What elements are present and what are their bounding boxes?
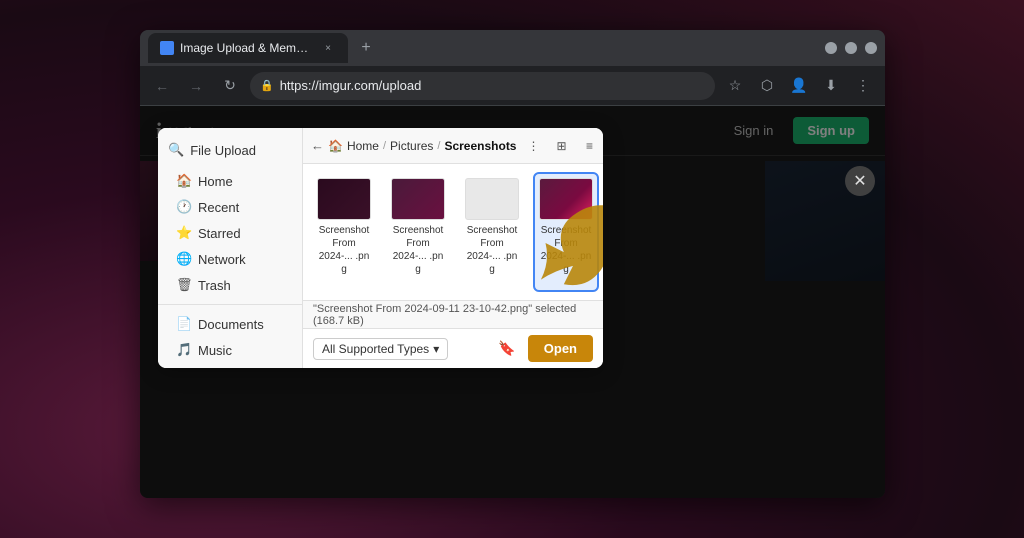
sidebar-item-starred[interactable]: ⭐ Starred — [162, 220, 298, 246]
tab-favicon — [160, 41, 174, 55]
list-view-button[interactable]: ≡ — [576, 133, 602, 159]
trash-icon: 🗑 — [176, 277, 190, 293]
window-controls: — □ × — [825, 42, 877, 54]
dialog-title: File Upload — [190, 143, 256, 158]
sidebar-item-recent-label: Recent — [198, 200, 239, 215]
home-icon: 🏠 — [176, 173, 190, 189]
file-type-label: All Supported Types — [322, 342, 429, 356]
selected-file-text: "Screenshot From 2024-09-11 23-10-42.png… — [313, 303, 593, 327]
music-icon: 🎵 — [176, 342, 190, 358]
sidebar-item-recent[interactable]: 🕐 Recent — [162, 194, 298, 220]
browser-tab[interactable]: Image Upload & Meme ... × — [148, 33, 348, 63]
sidebar-header: 🔍 File Upload — [158, 136, 302, 164]
file-thumb-1 — [317, 178, 371, 220]
file-upload-dialog: 🔍 File Upload 🏠 Home 🕐 Recent — [158, 128, 603, 368]
minimize-button[interactable]: — — [825, 42, 837, 54]
breadcrumb-sep-2: / — [437, 140, 440, 152]
sidebar-item-home-label: Home — [198, 174, 233, 189]
breadcrumb-sep-1: / — [383, 140, 386, 152]
tab-close-button[interactable]: × — [320, 40, 336, 56]
address-bar[interactable]: 🔒 https://imgur.com/upload — [250, 72, 715, 100]
star-icon: ⭐ — [176, 225, 190, 241]
menu-button[interactable]: ⋮ — [849, 72, 877, 100]
search-icon: 🔍 — [168, 142, 184, 158]
tab-title: Image Upload & Meme ... — [180, 41, 314, 55]
sidebar-divider — [158, 304, 302, 305]
sidebar-item-pictures[interactable]: 🖼 Pictures — [162, 363, 298, 368]
recent-icon: 🕐 — [176, 199, 190, 215]
sidebar-item-music[interactable]: 🎵 Music — [162, 337, 298, 363]
dialog-toolbar: ← 🏠 Home / Pictures / Screenshots ⋮ ⊞ — [303, 128, 603, 164]
network-icon: 🌐 — [176, 251, 190, 267]
dialog-toolbar-actions: ⋮ ⊞ ≡ ⌄ ✕ — [520, 133, 603, 159]
sidebar-item-documents-label: Documents — [198, 317, 264, 332]
dialog-bottombar: All Supported Types ▾ 🔖 Open — [303, 328, 603, 368]
open-button[interactable]: Open — [528, 335, 593, 362]
browser-content: imgur Sign in Sign up ✕ 🔍 File Upl — [140, 106, 885, 498]
more-options-button[interactable]: ⋮ — [520, 133, 546, 159]
breadcrumb-pictures[interactable]: Pictures — [390, 139, 433, 153]
file-thumb-4 — [539, 178, 593, 220]
sidebar-item-starred-label: Starred — [198, 226, 241, 241]
file-item-4[interactable]: ScreenshotFrom2024-... .png — [535, 174, 597, 290]
sidebar-item-trash-label: Trash — [198, 278, 231, 293]
documents-icon: 📄 — [176, 316, 190, 332]
extensions-button[interactable]: ⬡ — [753, 72, 781, 100]
file-thumb-3 — [465, 178, 519, 220]
file-thumb-2 — [391, 178, 445, 220]
maximize-button[interactable]: □ — [845, 42, 857, 54]
new-tab-button[interactable]: + — [352, 34, 380, 62]
sidebar-item-network-label: Network — [198, 252, 246, 267]
file-grid: ScreenshotFrom2024-... .png ScreenshotFr… — [303, 164, 603, 300]
breadcrumb-screenshots[interactable]: Screenshots — [444, 139, 516, 153]
address-text: https://imgur.com/upload — [280, 78, 422, 93]
sidebar-item-home[interactable]: 🏠 Home — [162, 168, 298, 194]
sidebar-places-section: 📄 Documents 🎵 Music 🖼 Pictures 📹 — [158, 311, 302, 368]
file-item-3[interactable]: ScreenshotFrom2024-... .png — [461, 174, 523, 290]
toolbar-actions: ☆ ⬡ 👤 ⬇ ⋮ — [721, 72, 877, 100]
sidebar-item-network[interactable]: 🌐 Network — [162, 246, 298, 272]
file-name-4: ScreenshotFrom2024-... .png — [539, 224, 593, 276]
lock-icon: 🔒 — [260, 79, 274, 92]
browser-toolbar: ← → ↻ 🔒 https://imgur.com/upload ☆ ⬡ 👤 ⬇… — [140, 66, 885, 106]
back-button[interactable]: ← — [148, 72, 176, 100]
dialog-sidebar: 🔍 File Upload 🏠 Home 🕐 Recent — [158, 128, 303, 368]
browser-window: Image Upload & Meme ... × + — □ × ← → ↻ … — [140, 30, 885, 498]
file-type-select[interactable]: All Supported Types ▾ — [313, 338, 448, 360]
file-item-1[interactable]: ScreenshotFrom2024-... .png — [313, 174, 375, 290]
sidebar-item-music-label: Music — [198, 343, 232, 358]
file-name-2: ScreenshotFrom2024-... .png — [391, 224, 445, 276]
file-type-chevron: ▾ — [433, 342, 439, 356]
download-button[interactable]: ⬇ — [817, 72, 845, 100]
bookmark-button[interactable]: 🔖 — [494, 336, 520, 362]
dialog-main: ← 🏠 Home / Pictures / Screenshots ⋮ ⊞ — [303, 128, 603, 368]
star-button[interactable]: ☆ — [721, 72, 749, 100]
breadcrumb-home[interactable]: Home — [347, 139, 379, 153]
breadcrumb-home-icon: 🏠 — [328, 139, 343, 153]
browser-tabbar: Image Upload & Meme ... × + — □ × — [140, 30, 885, 66]
breadcrumb: 🏠 Home / Pictures / Screenshots — [328, 139, 516, 153]
profile-button[interactable]: 👤 — [785, 72, 813, 100]
close-dialog-x-button[interactable]: ✕ — [845, 166, 875, 196]
file-name-1: ScreenshotFrom2024-... .png — [317, 224, 371, 276]
dialog-back-button[interactable]: ← — [311, 133, 324, 159]
refresh-button[interactable]: ↻ — [216, 72, 244, 100]
dialog-statusbar: "Screenshot From 2024-09-11 23-10-42.png… — [303, 300, 603, 328]
close-button[interactable]: × — [865, 42, 877, 54]
file-item-2[interactable]: ScreenshotFrom2024-... .png — [387, 174, 449, 290]
imgur-page: imgur Sign in Sign up ✕ 🔍 File Upl — [140, 106, 885, 498]
file-name-3: ScreenshotFrom2024-... .png — [465, 224, 519, 276]
sidebar-item-documents[interactable]: 📄 Documents — [162, 311, 298, 337]
sidebar-nav-section: 🏠 Home 🕐 Recent ⭐ Starred 🌐 — [158, 168, 302, 298]
forward-button[interactable]: → — [182, 72, 210, 100]
grid-view-button[interactable]: ⊞ — [548, 133, 574, 159]
sidebar-item-trash[interactable]: 🗑 Trash — [162, 272, 298, 298]
